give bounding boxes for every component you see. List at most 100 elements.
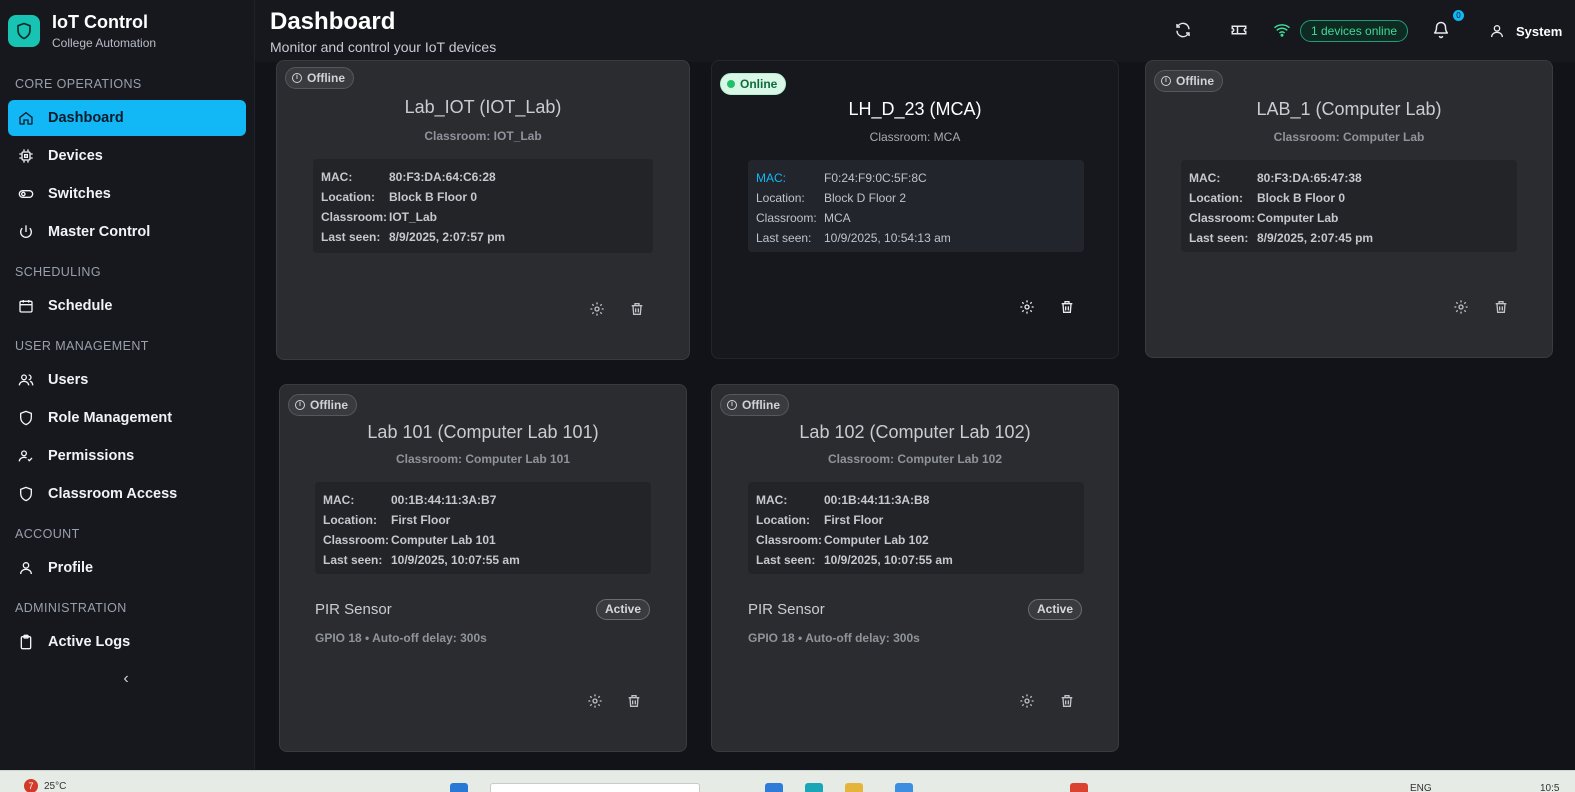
gear-icon[interactable] xyxy=(589,301,605,317)
gear-icon[interactable] xyxy=(1019,693,1035,709)
sidebar-item-label: Users xyxy=(48,372,89,388)
shield-logo-icon xyxy=(8,15,40,47)
info-value: First Floor xyxy=(824,513,884,527)
users-icon xyxy=(18,374,34,386)
info-key: Classroom: xyxy=(756,211,817,225)
sidebar-item-permissions[interactable]: Permissions xyxy=(8,438,246,474)
status-label: Online xyxy=(740,77,778,91)
status-label: Offline xyxy=(1176,74,1214,88)
collapse-sidebar-button[interactable]: ‹ xyxy=(117,670,135,688)
sidebar-item-label: Profile xyxy=(48,560,94,576)
home-icon xyxy=(19,111,33,125)
info-value: Block B Floor 0 xyxy=(1257,191,1346,205)
device-card[interactable]: Online LH_D_23 (MCA) Classroom: MCA MAC:… xyxy=(711,60,1119,359)
section-label: SCHEDULING xyxy=(15,265,101,279)
bell-icon[interactable] xyxy=(1432,21,1450,39)
info-key: MAC: xyxy=(321,170,353,184)
info-value: 8/9/2025, 2:07:57 pm xyxy=(389,230,506,244)
info-key: Last seen: xyxy=(756,553,816,567)
sidebar-item-devices[interactable]: Devices xyxy=(8,138,246,174)
clipboard-icon xyxy=(20,634,32,650)
gear-icon[interactable] xyxy=(1453,299,1469,315)
device-card[interactable]: i Offline Lab 101 (Computer Lab 101) Cla… xyxy=(279,384,687,752)
taskbar-clock[interactable]: 10:5 xyxy=(1540,783,1559,792)
info-key: MAC: xyxy=(756,493,788,507)
status-label: Offline xyxy=(742,398,780,412)
device-info-box: MAC: 00:1B:44:11:3A:B8 Location: First Flo… xyxy=(748,482,1084,574)
top-header: Dashboard Monitor and control your IoT d… xyxy=(255,0,1575,62)
weather-widget[interactable]: 7 25°C xyxy=(24,779,66,792)
app-icon[interactable] xyxy=(1070,783,1088,792)
status-badge: Online xyxy=(720,73,787,95)
brand[interactable]: IoT Control College Automation xyxy=(0,0,254,62)
weather-badge: 7 xyxy=(24,779,38,792)
sidebar-section-administration: ADMINISTRATION Active Logs xyxy=(0,598,254,660)
sidebar-item-dashboard[interactable]: Dashboard xyxy=(8,100,246,136)
sidebar-item-profile[interactable]: Profile xyxy=(8,550,246,586)
info-key: Classroom: xyxy=(323,533,390,547)
device-info-box: MAC: 80:F3:DA:65:47:38 Location: Block B F… xyxy=(1181,160,1517,252)
section-label: ACCOUNT xyxy=(15,527,80,541)
info-key: Location: xyxy=(756,191,805,205)
sidebar-item-users[interactable]: Users xyxy=(8,362,246,398)
device-info-box: MAC: F0:24:F9:0C:5F:8C Location: Block D F… xyxy=(748,160,1084,252)
sensor-status-badge: Active xyxy=(1028,599,1083,620)
language-indicator[interactable]: ENG xyxy=(1410,783,1432,792)
notification-count-badge: 0 xyxy=(1453,10,1464,21)
app-icon[interactable] xyxy=(805,783,823,792)
sidebar-item-label: Devices xyxy=(48,148,103,164)
sidebar-item-master-control[interactable]: Master Control xyxy=(8,214,246,250)
trash-icon[interactable] xyxy=(1493,299,1509,315)
device-title: LH_D_23 (MCA) xyxy=(848,99,982,119)
online-dot-icon xyxy=(727,80,735,88)
power-icon xyxy=(20,225,32,238)
device-classroom: Classroom: Computer Lab 101 xyxy=(395,452,571,466)
app-icon[interactable] xyxy=(765,783,783,792)
ticket-icon[interactable] xyxy=(1230,21,1248,39)
status-badge: i Offline xyxy=(720,394,789,416)
device-card[interactable]: i Offline LAB_1 (Computer Lab) Classroom… xyxy=(1145,60,1553,358)
info-icon: i xyxy=(292,73,302,83)
trash-icon[interactable] xyxy=(629,301,645,317)
gear-icon[interactable] xyxy=(1019,299,1035,315)
info-value: First Floor xyxy=(391,513,451,527)
os-taskbar: 7 25°C ENG 10:5 xyxy=(0,770,1575,792)
info-value: 8/9/2025, 2:07:45 pm xyxy=(1257,231,1374,245)
info-value: Computer Lab 102 xyxy=(824,533,929,547)
sidebar-item-role-management[interactable]: Role Management xyxy=(8,400,246,436)
gear-icon[interactable] xyxy=(587,693,603,709)
refresh-icon[interactable] xyxy=(1174,21,1192,39)
info-value: 80:F3:DA:64:C6:28 xyxy=(389,170,496,184)
sidebar-item-classroom-access[interactable]: Classroom Access xyxy=(8,476,246,512)
info-value: 80:F3:DA:65:47:38 xyxy=(1257,171,1362,185)
user-check-icon xyxy=(18,450,33,462)
section-label: CORE OPERATIONS xyxy=(15,77,142,91)
device-card[interactable]: i Offline Lab_IOT (IOT_Lab) Classroom: I… xyxy=(276,60,690,360)
info-key: Last seen: xyxy=(756,231,812,245)
trash-icon[interactable] xyxy=(1059,693,1075,709)
sidebar-item-label: Dashboard xyxy=(48,110,124,126)
taskbar-search-box[interactable] xyxy=(490,783,700,792)
user-name[interactable]: System xyxy=(1516,24,1562,39)
windows-start-icon[interactable] xyxy=(450,783,468,792)
info-value: Computer Lab 101 xyxy=(391,533,496,547)
devices-online-badge: 1 devices online xyxy=(1300,20,1409,42)
device-classroom: Classroom: IOT_Lab xyxy=(424,129,542,143)
sidebar-item-schedule[interactable]: Schedule xyxy=(8,288,246,324)
trash-icon[interactable] xyxy=(1059,299,1075,315)
user-icon[interactable] xyxy=(1489,23,1505,39)
info-value: 10/9/2025, 10:54:13 am xyxy=(824,231,951,245)
device-classroom: Classroom: Computer Lab 102 xyxy=(827,452,1003,466)
status-badge: i Offline xyxy=(285,67,354,89)
sidebar-item-switches[interactable]: Switches xyxy=(8,176,246,212)
device-card[interactable]: i Offline Lab 102 (Computer Lab 102) Cla… xyxy=(711,384,1119,752)
sidebar-item-active-logs[interactable]: Active Logs xyxy=(8,624,246,660)
trash-icon[interactable] xyxy=(626,693,642,709)
info-value: 10/9/2025, 10:07:55 am xyxy=(824,553,953,567)
app-icon[interactable] xyxy=(895,783,913,792)
info-key: MAC: xyxy=(1189,171,1221,185)
info-key: Classroom: xyxy=(1189,211,1256,225)
folder-icon[interactable] xyxy=(845,783,863,792)
info-key: Last seen: xyxy=(323,553,383,567)
info-value: MCA xyxy=(824,211,851,225)
